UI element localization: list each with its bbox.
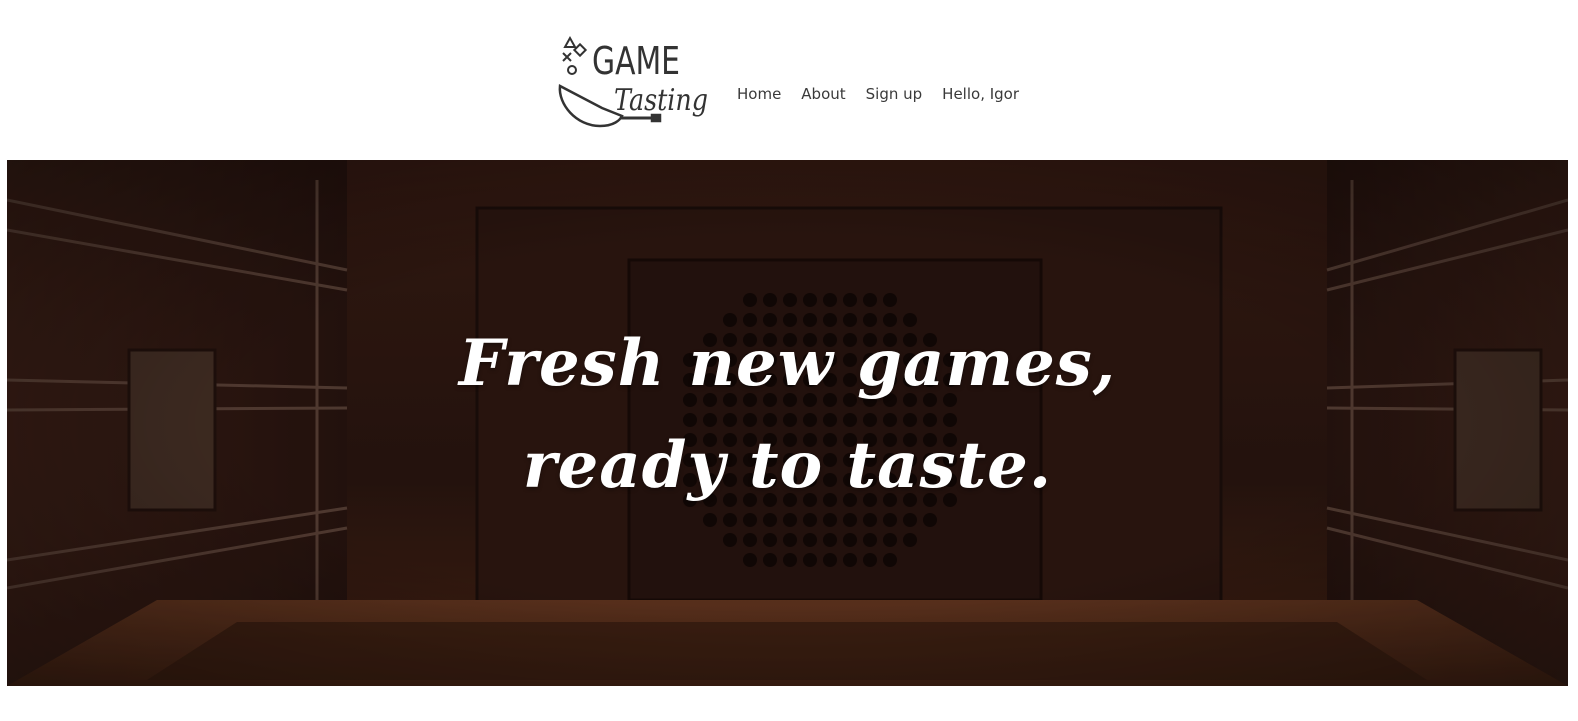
nav-user-greeting-link[interactable]: Hello, Igor — [942, 84, 1019, 104]
triangle-symbol-icon — [563, 35, 577, 48]
logo-word-game: GAME — [592, 39, 680, 83]
site-header: GAME Tasting Home About Sign up Hello, I… — [0, 0, 1578, 160]
site-logo[interactable]: GAME Tasting — [556, 34, 712, 130]
oven-interior-image — [7, 160, 1568, 686]
controller-symbols-icon — [562, 35, 588, 75]
circle-symbol-icon — [567, 65, 577, 75]
nav-signup-link[interactable]: Sign up — [866, 84, 923, 104]
hero-banner: Fresh new games, ready to taste. — [7, 160, 1568, 686]
square-symbol-icon — [572, 42, 588, 58]
nav-home-link[interactable]: Home — [737, 84, 781, 104]
nav-about-link[interactable]: About — [801, 84, 845, 104]
hero-headline-line-1: Fresh new games, — [458, 326, 1117, 401]
cross-symbol-icon — [562, 52, 572, 62]
logo-word-tasting: Tasting — [614, 83, 708, 118]
main-nav: Home About Sign up Hello, Igor — [737, 84, 1019, 104]
logo-graphic: GAME Tasting — [558, 35, 708, 128]
hero-headline-line-2: ready to taste. — [522, 428, 1053, 503]
